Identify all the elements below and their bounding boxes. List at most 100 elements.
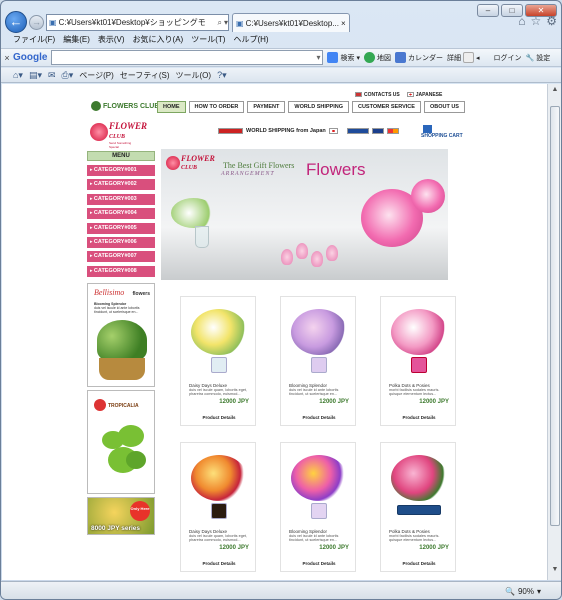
browser-tab[interactable]: ▣ C:¥Users¥kt01¥Desktop... × [232, 13, 350, 32]
maps-button[interactable]: 地図 [363, 52, 391, 63]
banner-script: ARRANGEMENT [221, 171, 275, 177]
flower-club-logo[interactable]: FLOWER CLUB Send Something Special [89, 120, 147, 150]
product-details-link[interactable]: Product Details [281, 561, 357, 566]
mail-icon[interactable]: ✉ [48, 70, 56, 81]
japanese-link[interactable]: JAPANESE [406, 92, 443, 98]
product-card[interactable]: Blooming Splendor duis vel iscule id ant… [280, 296, 356, 426]
scroll-thumb[interactable] [550, 106, 560, 526]
glass-vase-image [195, 226, 209, 248]
nav-about-us[interactable]: OBOUT US [423, 101, 465, 113]
nav-home[interactable]: HOME [157, 101, 186, 113]
category-003[interactable]: CATEGORY#003 [87, 193, 155, 205]
maps-icon [363, 52, 375, 63]
category-004[interactable]: CATEGORY#004 [87, 208, 155, 220]
product-card[interactable]: Polka Dots & Posies morbi facilisis soda… [380, 442, 456, 572]
tools-menu[interactable]: ツール(O) [176, 70, 212, 81]
product-description: duis vel iscule id ante lobortis tincidu… [289, 534, 339, 543]
category-008[interactable]: CATEGORY#008 [87, 265, 155, 277]
category-006[interactable]: CATEGORY#006 [87, 236, 155, 248]
product-price: 12000 JPY [219, 545, 249, 551]
nav-world-shipping[interactable]: WORLD SHIPPING [288, 101, 349, 113]
menu-view[interactable]: 表示(V) [98, 34, 125, 47]
menu-file[interactable]: ファイル(F) [13, 34, 55, 47]
home-icon[interactable]: ⌂ [518, 14, 525, 28]
hero-banner[interactable]: FLOWER CLUB The Best Gift Flowers ARRANGE… [161, 149, 448, 280]
safety-menu[interactable]: セーフティ(S) [120, 70, 170, 81]
category-005[interactable]: CATEGORY#005 [87, 222, 155, 234]
home-icon[interactable]: ⌂▾ [13, 70, 23, 81]
contact-link[interactable]: CONTACTS US [355, 92, 400, 98]
product-card[interactable]: Daisy Days Deluxe duis vel iscule quam, … [180, 296, 256, 426]
bouquet-image [191, 309, 247, 355]
search-icon [327, 52, 339, 63]
product-image [189, 451, 249, 525]
tropicalia-ad[interactable]: TROPICALIA [87, 390, 155, 494]
cart-label: SHOPPING CART [421, 133, 463, 139]
menu-favorites[interactable]: お気に入り(A) [133, 34, 184, 47]
vertical-scrollbar[interactable]: ▲ ▼ [547, 84, 561, 580]
japanese-label: JAPANESE [415, 92, 443, 98]
favorites-star-icon[interactable]: ☆ [530, 14, 541, 28]
product-details-link[interactable]: Product Details [281, 415, 357, 420]
8000-jpy-ad[interactable]: Only Here 8000 JPY series [87, 497, 155, 535]
dropdown-icon: ▾ [356, 54, 360, 62]
category-001[interactable]: CATEGORY#001 [87, 165, 155, 176]
page-viewport: CONTACTS US JAPANESE FLOWERS CLUB HOME H… [2, 84, 547, 580]
close-toolbar-icon[interactable]: × [1, 53, 13, 63]
scroll-down-icon[interactable]: ▼ [548, 566, 561, 578]
club-name: FLOWERS CLUB [103, 102, 160, 110]
product-image [189, 305, 249, 379]
more-button[interactable]: 詳細 ◂ [446, 52, 479, 63]
product-card[interactable]: Blooming Splendor duis vel iscule id ant… [280, 442, 356, 572]
nav-customer-service[interactable]: CUSTOMER SERVICE [351, 101, 421, 113]
feeds-icon[interactable]: ▤▾ [29, 70, 42, 81]
print-icon[interactable]: ⎙▾ [62, 70, 74, 81]
address-text: C:¥Users¥kt01¥Desktop¥ショッピングモ [58, 18, 206, 27]
bellisimo-ad[interactable]: Bellisimo flowers Blooming Splendor duis … [87, 283, 155, 387]
product-price: 12000 JPY [419, 399, 449, 405]
page-menu[interactable]: ページ(P) [79, 70, 114, 81]
product-price: 12000 JPY [219, 399, 249, 405]
calendar-button[interactable]: カレンダー [394, 52, 443, 63]
shopping-cart[interactable]: SHOPPING CART [421, 125, 463, 139]
azalea-image [391, 455, 447, 501]
zoom-icon[interactable]: 🔍 [505, 587, 515, 596]
logo-subtitle: Send Something Special [109, 141, 132, 149]
google-search-button[interactable]: 検索 ▾ [327, 52, 360, 63]
bouquet-image [291, 309, 347, 355]
category-007[interactable]: CATEGORY#007 [87, 251, 155, 263]
help-icon[interactable]: ?▾ [217, 70, 227, 81]
product-card[interactable]: Polka Dots & Posies morbi facilisis soda… [380, 296, 456, 426]
category-002[interactable]: CATEGORY#002 [87, 179, 155, 191]
google-search-input[interactable]: ▾ [51, 50, 324, 65]
product-details-link[interactable]: Product Details [181, 415, 257, 420]
more-label: 詳細 [446, 54, 461, 62]
ad-copy: Blooming Splendor duis vel iscule id ante… [94, 302, 140, 314]
tab-close-icon[interactable]: × [341, 19, 346, 28]
back-button[interactable]: ← [5, 11, 27, 33]
login-button[interactable]: ログイン [493, 53, 521, 63]
settings-button[interactable]: 🔧 設定 [525, 53, 550, 63]
dropdown-icon[interactable]: ▾ [537, 587, 541, 596]
product-details-link[interactable]: Product Details [381, 561, 457, 566]
flowers-club-logo[interactable]: FLOWERS CLUB [91, 101, 159, 111]
search-icon[interactable]: ⌕ [218, 18, 222, 28]
forward-button[interactable]: → [29, 15, 44, 30]
product-image [389, 451, 449, 525]
product-card[interactable]: Daisy Days Deluxe duis vel iscule quam, … [180, 442, 256, 572]
gear-icon[interactable]: ⚙ [546, 14, 557, 28]
address-bar[interactable]: ▣ C:¥Users¥kt01¥Desktop¥ショッピングモ ⌕ ▾ [46, 14, 229, 31]
zoom-level[interactable]: 90% [518, 587, 534, 596]
paypal-icon [346, 128, 369, 134]
product-details-link[interactable]: Product Details [181, 561, 257, 566]
navigation-row: ← → ▣ C:¥Users¥kt01¥Desktop¥ショッピングモ ⌕ ▾ … [5, 11, 557, 33]
scroll-up-icon[interactable]: ▲ [548, 86, 561, 98]
menu-tools[interactable]: ツール(T) [191, 34, 225, 47]
product-details-link[interactable]: Product Details [381, 415, 457, 420]
menu-edit[interactable]: 編集(E) [63, 34, 90, 47]
nav-payment[interactable]: PAYMENT [247, 101, 286, 113]
tab-page-icon: ▣ [236, 18, 244, 28]
nav-how-to-order[interactable]: HOW TO ORDER [188, 101, 245, 113]
menu-help[interactable]: ヘルプ(H) [233, 34, 268, 47]
dropdown-icon[interactable]: ▾ [224, 18, 228, 27]
